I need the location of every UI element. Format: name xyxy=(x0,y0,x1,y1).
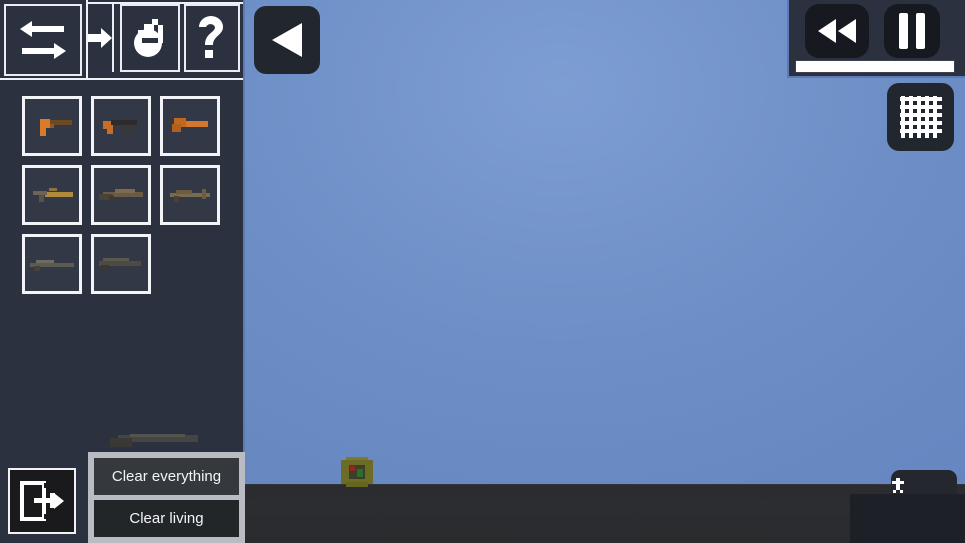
toolbar-item-grenade[interactable] xyxy=(120,4,180,72)
inventory-slot-smg[interactable] xyxy=(91,96,151,156)
grid-toggle-button[interactable] xyxy=(887,83,954,151)
toolbar-item-swap-arrows[interactable] xyxy=(4,4,82,76)
grenade-icon xyxy=(134,19,163,57)
exit-button[interactable] xyxy=(8,468,76,534)
inventory-slot-assault-rifle[interactable] xyxy=(22,165,82,225)
inventory-slot-pistol[interactable] xyxy=(22,96,82,156)
rifle-highlight xyxy=(130,434,185,437)
inventory-slot-machine-gun[interactable] xyxy=(91,234,151,294)
exit-door-icon xyxy=(20,481,64,521)
toolbar-divider-vertical xyxy=(86,0,88,78)
swap-horizontal-icon xyxy=(20,21,66,59)
grid-icon xyxy=(899,96,942,138)
back-button[interactable] xyxy=(254,6,320,74)
dropped-rifle-sprite[interactable] xyxy=(110,428,200,452)
arrow-right-icon xyxy=(86,28,112,48)
question-mark-icon xyxy=(199,16,223,58)
inventory-slot-battle-rifle[interactable] xyxy=(91,165,151,225)
crate-marker-red xyxy=(350,466,355,471)
bottom-right-dock xyxy=(850,494,965,543)
app-root: Clear everything Clear living xyxy=(0,0,965,543)
ammo-crate-entity[interactable] xyxy=(341,457,373,487)
clear-living-button[interactable]: Clear living xyxy=(94,500,239,537)
toolbar-item-insert-arrow[interactable] xyxy=(86,4,114,72)
inventory-row xyxy=(22,165,232,225)
inventory-slot-sawed-off-shotgun[interactable] xyxy=(160,96,220,156)
pause-bar-left xyxy=(899,13,908,49)
play-left-icon xyxy=(272,23,302,57)
toolbar-divider-bottom xyxy=(0,78,243,80)
toolbar-item-help[interactable] xyxy=(184,4,240,72)
inventory-slot-carbine[interactable] xyxy=(160,165,220,225)
crate-bottom-cap xyxy=(346,482,368,487)
crate-marker-green xyxy=(357,469,363,477)
rewind-icon xyxy=(818,19,856,43)
rifle-stock xyxy=(110,438,132,447)
timeline-progress-bar[interactable] xyxy=(795,60,955,73)
inventory-row xyxy=(22,96,232,156)
pause-button[interactable] xyxy=(884,4,940,58)
toolbar-divider-top xyxy=(88,2,243,4)
clear-menu-popup: Clear everything Clear living xyxy=(88,452,245,543)
clear-everything-button[interactable]: Clear everything xyxy=(94,458,239,495)
sidebar-toolbar xyxy=(0,0,243,78)
inventory-row xyxy=(22,234,232,294)
weapon-inventory-grid xyxy=(22,96,232,303)
pause-bar-right xyxy=(916,13,925,49)
inventory-slot-sniper-rifle[interactable] xyxy=(22,234,82,294)
anchor-icon xyxy=(892,478,904,493)
rewind-button[interactable] xyxy=(805,4,869,58)
